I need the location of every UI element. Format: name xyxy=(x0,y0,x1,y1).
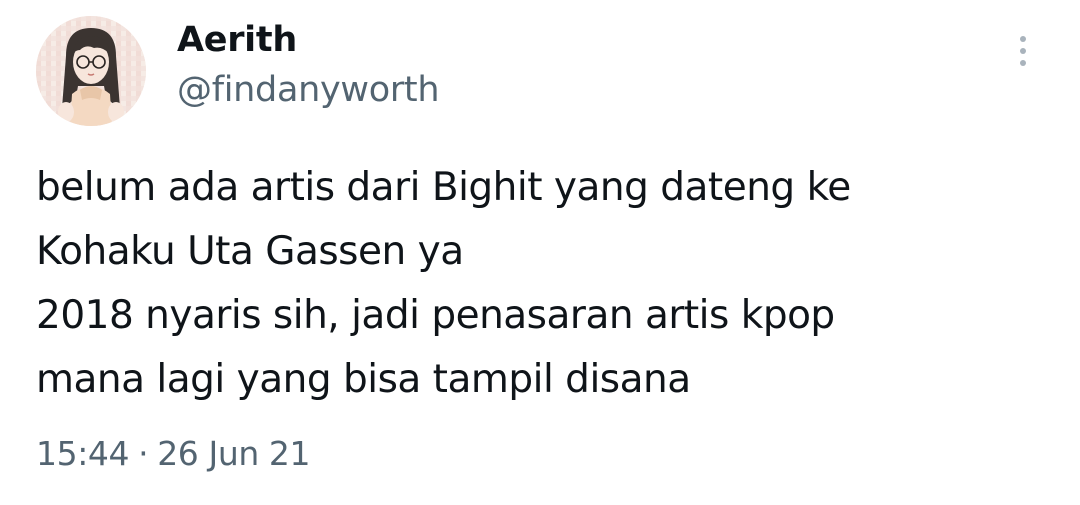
tweet-text-line: 2018 nyaris sih, jadi penasaran artis kp… xyxy=(36,293,835,338)
avatar-illustration-icon xyxy=(36,16,146,126)
avatar[interactable] xyxy=(36,16,146,126)
author-handle[interactable]: @findanyworth xyxy=(177,68,440,112)
tweet-text: belum ada artis dari Bighit yang dateng … xyxy=(36,156,1046,412)
meta-separator: · xyxy=(138,434,149,473)
tweet-text-line: Kohaku Uta Gassen ya xyxy=(36,229,464,274)
more-options-button[interactable] xyxy=(1008,36,1038,76)
tweet-timestamp[interactable]: 15:44 · 26 Jun 21 xyxy=(36,432,311,476)
author-display-name[interactable]: Aerith xyxy=(177,18,297,62)
tweet-card: Aerith @findanyworth belum ada artis dar… xyxy=(0,0,1080,505)
tweet-time: 15:44 xyxy=(36,434,130,473)
tweet-text-line: mana lagi yang bisa tampil disana xyxy=(36,357,691,402)
tweet-text-line: belum ada artis dari Bighit yang dateng … xyxy=(36,165,851,210)
tweet-date: 26 Jun 21 xyxy=(157,434,311,473)
more-vertical-icon xyxy=(1008,36,1038,66)
